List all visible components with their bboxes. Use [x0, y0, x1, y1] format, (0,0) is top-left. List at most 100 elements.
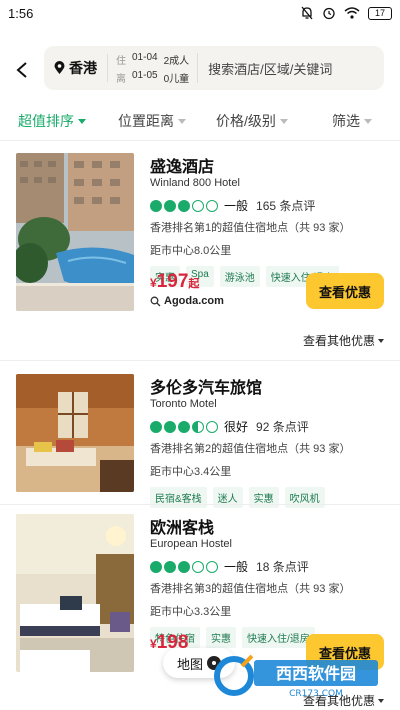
- more-deals-link[interactable]: 查看其他优惠: [303, 332, 384, 349]
- location-pin-icon: [54, 61, 65, 74]
- status-bar: 1:56 17: [0, 0, 400, 26]
- rating-label: 很好: [224, 420, 249, 434]
- provider-name: Agoda.com: [164, 295, 224, 307]
- rating-label: 一般: [224, 199, 249, 213]
- checkin-label: 住: [116, 55, 126, 67]
- hotel-distance: 距市中心8.0公里: [150, 245, 232, 257]
- hotel-info: 多伦多汽车旅馆 Toronto Motel 很好 92 条点评 香港排名第2的超…: [150, 374, 384, 508]
- rating-dot-icon: [150, 199, 162, 212]
- provider-search-icon: [150, 296, 161, 306]
- filter-more[interactable]: 筛选: [332, 111, 372, 131]
- alarm-icon: [323, 7, 335, 20]
- checkout-label: 离: [116, 73, 126, 85]
- hotel-rating: 一般 165 条点评: [150, 197, 384, 214]
- hotel-photo[interactable]: [16, 374, 134, 492]
- hotel-rank: 香港排名第2的超值住宿地点（共 93 家）: [150, 443, 351, 455]
- status-icons: 17: [300, 6, 392, 20]
- hotel-english-name: European Hostel: [150, 538, 232, 550]
- children-count: 0儿童: [163, 73, 190, 85]
- mute-bell-icon: [301, 6, 313, 20]
- hotel-rating: 一般 18 条点评: [150, 558, 384, 575]
- checkout-date: 01-05: [132, 69, 158, 81]
- dropdown-arrow-icon: [279, 118, 288, 124]
- back-button[interactable]: [0, 48, 44, 92]
- adults-count: 2成人: [163, 55, 190, 67]
- rating-dots: [150, 560, 218, 573]
- price-currency: ¥: [150, 637, 157, 651]
- hotel-name[interactable]: 盛逸酒店: [150, 153, 384, 176]
- price-row: ¥197起 Agoda.com 查看优惠: [150, 271, 384, 311]
- rating-dot-icon: [192, 560, 204, 573]
- hotel-card[interactable]: 多伦多汽车旅馆 Toronto Motel 很好 92 条点评 香港排名第2的超…: [16, 374, 384, 508]
- dropdown-arrow-icon: [78, 118, 86, 124]
- hotel-info: 盛逸酒店 Winland 800 Hotel 一般 165 条点评 香港排名第1…: [150, 153, 384, 311]
- hotel-rank: 香港排名第1的超值住宿地点（共 93 家）: [150, 222, 351, 234]
- hotel-rating: 很好 92 条点评: [150, 418, 384, 435]
- dropdown-arrow-icon: [378, 338, 384, 343]
- rating-dots: [150, 199, 218, 212]
- city-name: 香港: [69, 60, 97, 76]
- rating-label: 一般: [224, 560, 249, 574]
- rating-dot-icon: [206, 199, 218, 212]
- hotel-photo[interactable]: [16, 514, 134, 672]
- divider: [0, 360, 400, 361]
- search-header: 香港 住 01-04 2成人 离 01-05 0儿童 搜索酒店/区域/关键词: [0, 40, 400, 100]
- search-box[interactable]: 香港 住 01-04 2成人 离 01-05 0儿童 搜索酒店/区域/关键词: [44, 46, 384, 90]
- rating-dot-icon: [164, 199, 176, 212]
- filter-label: 价格/级别: [216, 113, 276, 129]
- dropdown-arrow-icon: [178, 118, 186, 124]
- filter-price-class[interactable]: 价格/级别: [216, 111, 288, 131]
- status-time: 1:56: [8, 5, 34, 21]
- hotel-english-name: Toronto Motel: [150, 398, 217, 410]
- rating-dot-icon: [178, 199, 190, 212]
- svg-text:西西软件园: 西西软件园: [276, 664, 356, 683]
- divider: [0, 140, 400, 141]
- hotel-english-name: Winland 800 Hotel: [150, 177, 240, 189]
- hotel-photo[interactable]: [16, 153, 134, 311]
- watermark-logo: 西西软件园 CR173.COM: [212, 652, 382, 700]
- price-currency: ¥: [150, 276, 157, 290]
- dropdown-arrow-icon: [364, 118, 372, 124]
- rating-dot-icon: [192, 420, 204, 433]
- provider: Agoda.com: [150, 295, 224, 307]
- filter-sort-value[interactable]: 超值排序: [18, 111, 86, 131]
- filter-location[interactable]: 位置距离: [118, 111, 186, 131]
- price-suffix: 起: [188, 278, 200, 290]
- filter-bar: 超值排序 位置距离 价格/级别 筛选: [0, 108, 400, 134]
- hotel-rank: 香港排名第3的超值住宿地点（共 93 家）: [150, 583, 351, 595]
- filter-label: 位置距离: [118, 113, 174, 129]
- filter-label: 筛选: [332, 113, 360, 129]
- hotel-card[interactable]: 盛逸酒店 Winland 800 Hotel 一般 165 条点评 香港排名第1…: [16, 153, 384, 313]
- rating-dot-icon: [206, 560, 218, 573]
- rating-dot-icon: [178, 420, 190, 433]
- review-count[interactable]: 18 条点评: [256, 558, 309, 575]
- hotel-name[interactable]: 多伦多汽车旅馆: [150, 374, 384, 397]
- checkin-date: 01-04: [132, 51, 158, 63]
- svg-text:CR173.COM: CR173.COM: [289, 689, 343, 699]
- rating-dots: [150, 420, 218, 433]
- hotel-distance: 距市中心3.3公里: [150, 606, 232, 618]
- rating-dot-icon: [206, 420, 218, 433]
- rating-dot-icon: [164, 420, 176, 433]
- rating-dot-icon: [192, 199, 204, 212]
- hotel-name[interactable]: 欧洲客栈: [150, 514, 384, 537]
- review-count[interactable]: 92 条点评: [256, 418, 309, 435]
- rating-dot-icon: [178, 560, 190, 573]
- battery-icon: 17: [368, 6, 392, 20]
- view-deal-button[interactable]: 查看优惠: [306, 273, 384, 309]
- keyword-search-input[interactable]: 搜索酒店/区域/关键词: [198, 59, 332, 78]
- divider: [0, 504, 400, 505]
- city-selector[interactable]: 香港: [54, 54, 108, 82]
- hotel-price: ¥197起: [150, 271, 199, 293]
- price-value: 197: [156, 271, 189, 292]
- date-guest-selector[interactable]: 住 01-04 2成人 离 01-05 0儿童: [108, 51, 199, 85]
- hotel-distance: 距市中心3.4公里: [150, 466, 232, 478]
- back-arrow-icon: [16, 62, 27, 78]
- map-label: 地图: [176, 656, 203, 672]
- rating-dot-icon: [164, 560, 176, 573]
- more-deals-label: 查看其他优惠: [302, 334, 375, 348]
- wifi-icon: [344, 7, 360, 19]
- rating-dot-icon: [150, 420, 162, 433]
- review-count[interactable]: 165 条点评: [256, 197, 315, 214]
- rating-dot-icon: [150, 560, 162, 573]
